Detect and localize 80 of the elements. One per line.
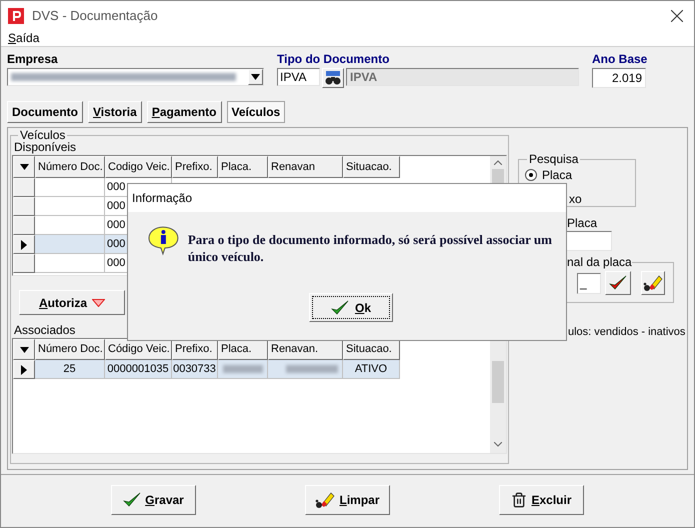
document-type-description-field: IPVA	[346, 68, 579, 86]
table-cell: 25	[35, 360, 105, 379]
ok-button[interactable]: Ok	[309, 293, 393, 322]
table-cell	[35, 197, 105, 216]
authorize-button[interactable]: Autoriza	[19, 290, 125, 315]
radio-label[interactable]: Placa	[542, 166, 572, 184]
tab[interactable]: Veículos	[226, 101, 286, 123]
tab[interactable]: Vistoria	[88, 101, 142, 123]
table-cell: ATIVO	[343, 360, 400, 379]
table-cell	[35, 254, 105, 273]
info-icon	[148, 225, 180, 257]
clear-button[interactable]	[641, 271, 665, 295]
column-header[interactable]: Renavan.	[268, 339, 343, 360]
section-label: Associados	[14, 324, 76, 337]
blurred-value	[222, 365, 262, 373]
app-logo-icon	[8, 8, 24, 24]
row-pointer-icon	[21, 240, 27, 250]
sort-arrow-icon	[20, 346, 28, 352]
window-title: DVS - Documentação	[32, 6, 158, 25]
scroll-down-icon[interactable]	[494, 442, 502, 447]
eraser-icon	[315, 490, 336, 508]
column-header[interactable]	[13, 339, 35, 360]
tab[interactable]: Documento	[7, 101, 83, 123]
check-icon	[123, 492, 142, 508]
check-icon	[609, 275, 627, 291]
column-header[interactable]: Situacao.	[343, 156, 400, 178]
column-header[interactable]: Renavan	[268, 156, 343, 178]
row-pointer-icon	[21, 364, 27, 374]
dropdown-arrow-icon	[251, 74, 260, 80]
field-label: Placa	[567, 216, 598, 230]
tab[interactable]: Pagamento	[146, 101, 222, 123]
close-icon[interactable]	[671, 10, 683, 22]
scrollbar[interactable]	[490, 339, 506, 453]
section-label: Disponíveis	[14, 141, 78, 154]
check-icon	[330, 300, 349, 316]
action-button[interactable]: Limpar	[305, 484, 390, 514]
search-button[interactable]	[322, 68, 344, 88]
column-header[interactable]: Placa.	[218, 339, 268, 360]
group-title: Pesquisa	[528, 153, 580, 165]
dialog-message: Para o tipo de documento informado, só será possível associar um único veículo.	[188, 231, 553, 265]
base-year-field[interactable]: 2.019	[592, 68, 646, 88]
column-header[interactable]: Código Veic.	[105, 339, 172, 360]
table-cell: 0000001035	[105, 360, 172, 379]
column-header[interactable]: Número Doc.	[35, 156, 105, 178]
field-label: Ano Base	[592, 52, 648, 66]
binoculars-icon	[325, 71, 341, 85]
column-header[interactable]: Número Doc.	[35, 339, 105, 360]
eraser-icon	[643, 274, 663, 292]
column-header[interactable]: Prefixo.	[172, 339, 218, 360]
document-type-code-field[interactable]: IPVA	[277, 68, 320, 86]
field-label: Tipo do Documento	[277, 52, 390, 66]
table-cell	[35, 216, 105, 235]
menu-item[interactable]: Saída	[8, 29, 40, 47]
confirm-button[interactable]	[605, 271, 631, 295]
group-title: nal da placa	[567, 256, 632, 268]
plate-final-field[interactable]: _	[577, 272, 601, 294]
company-combobox[interactable]	[7, 68, 264, 86]
blurred-value	[286, 365, 338, 373]
table-cell	[35, 178, 105, 197]
row-indicator[interactable]	[13, 360, 35, 379]
sort-arrow-icon	[20, 164, 28, 170]
column-header[interactable]: Prefixo.	[172, 156, 218, 178]
option-label: ulos: vendidos - inativos	[568, 325, 686, 340]
radio-button[interactable]	[525, 169, 537, 181]
action-button[interactable]: Gravar	[111, 484, 196, 514]
table-cell: 0030733	[172, 360, 218, 379]
radio-label[interactable]: xo	[569, 190, 582, 208]
column-header[interactable]	[13, 156, 35, 178]
trash-icon	[511, 492, 528, 508]
group-title: Veículos	[19, 129, 66, 141]
table-cell	[35, 235, 105, 254]
scroll-up-icon[interactable]	[494, 160, 502, 165]
column-header[interactable]: Placa.	[218, 156, 268, 178]
column-header[interactable]: Codigo Veic.	[105, 156, 172, 178]
scrollbar-thumb[interactable]	[492, 361, 504, 403]
field-label: Empresa	[7, 52, 59, 66]
column-header[interactable]: Situacao.	[343, 339, 400, 360]
action-button[interactable]: Excluir	[499, 484, 584, 514]
down-triangle-icon	[92, 298, 105, 306]
row-indicator[interactable]	[13, 235, 35, 254]
